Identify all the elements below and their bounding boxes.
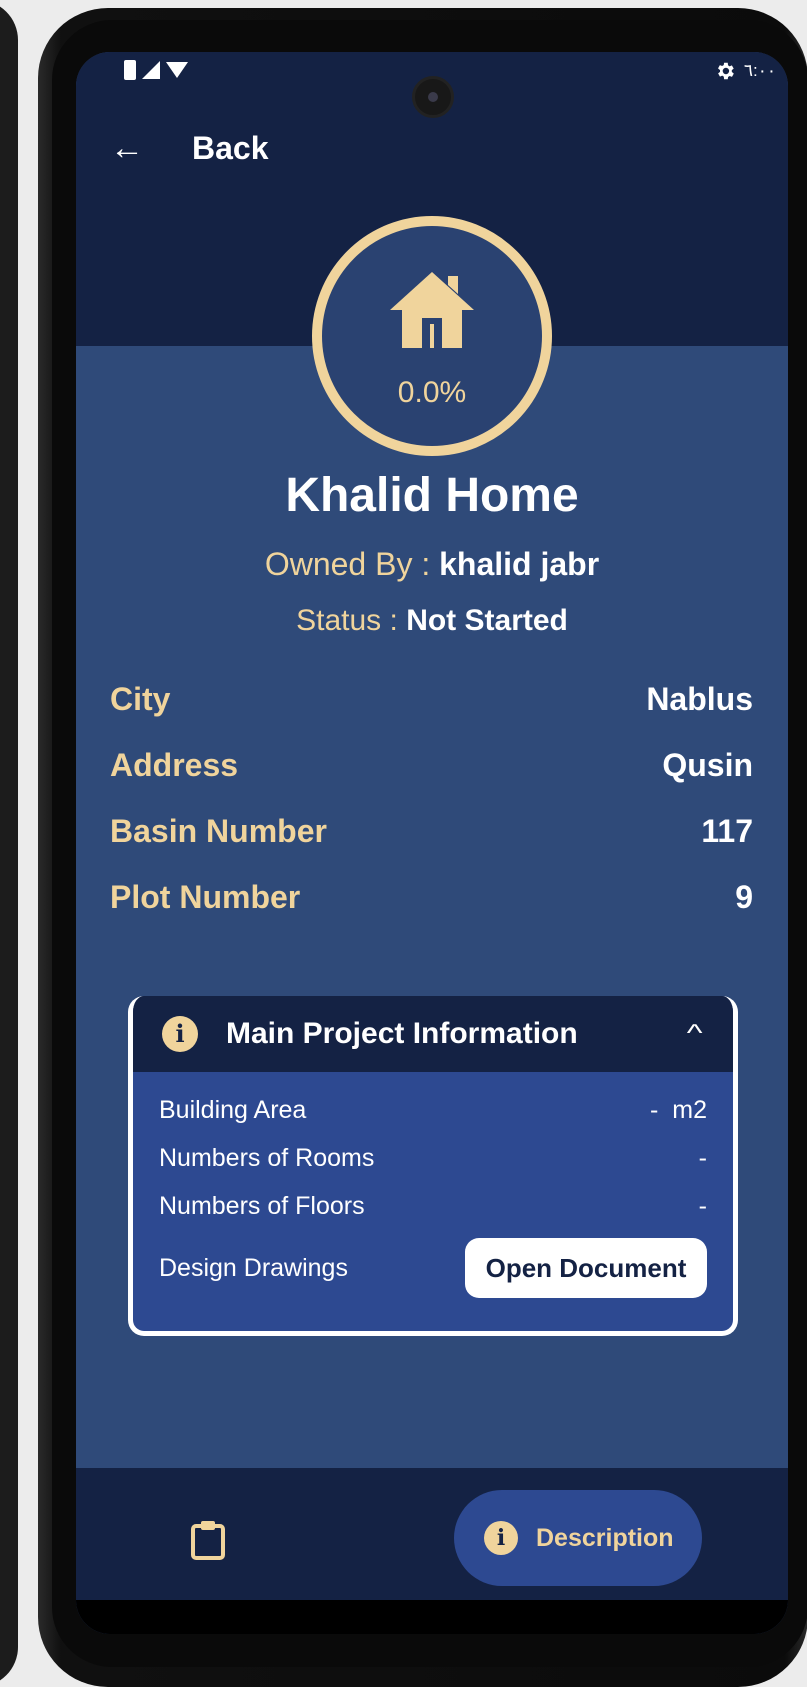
owned-by-label: Owned By : <box>264 546 440 582</box>
status-icons-left <box>124 60 188 80</box>
description-label: Description <box>536 1523 674 1552</box>
detail-label: Plot Number <box>110 878 301 915</box>
detail-row-plot-number: Plot Number 9 <box>110 874 753 920</box>
owner-name: khalid jabr <box>439 546 600 582</box>
detail-value: Nablus <box>646 680 753 717</box>
detail-row-basin-number: Basin Number 117 <box>110 808 753 854</box>
wifi-icon <box>166 62 188 78</box>
detail-value: 9 <box>735 878 753 915</box>
arrow-left-icon: ← <box>110 129 144 167</box>
detail-label: City <box>110 680 171 717</box>
open-document-button[interactable]: Open Document <box>465 1238 707 1298</box>
info-row-floors: Numbers of Floors - <box>159 1186 707 1226</box>
neighbor-device-frame <box>0 0 18 1687</box>
app-screen: ٦:٠٠ ← Back 0.0% Khalid Home Owned By : … <box>76 52 788 1634</box>
main-info-title: Main Project Information <box>226 1017 578 1050</box>
info-row-design-drawings: Design Drawings Open Document <box>159 1236 707 1300</box>
info-row-rooms: Numbers of Rooms - <box>159 1138 707 1178</box>
detail-value: Qusin <box>662 746 753 783</box>
info-label: Numbers of Rooms <box>159 1143 375 1172</box>
detail-label: Address <box>110 746 239 783</box>
back-label: Back <box>192 129 269 166</box>
detail-label: Basin Number <box>110 812 327 849</box>
gear-icon <box>717 62 734 80</box>
status-line: Status : Not Started <box>76 604 788 638</box>
info-label: Design Drawings <box>159 1253 348 1282</box>
back-button[interactable]: ← Back <box>110 120 269 176</box>
main-info-card: i Main Project Information ^ Building Ar… <box>128 996 738 1336</box>
detail-row-address: Address Qusin <box>110 742 753 788</box>
project-title: Khalid Home <box>285 469 579 522</box>
screen-bottom-edge <box>76 1600 788 1634</box>
status-label: Status : <box>296 604 407 637</box>
info-icon: i <box>484 1521 518 1555</box>
detail-row-city: City Nablus <box>110 676 753 722</box>
progress-percentage: 0.0% <box>397 376 467 409</box>
info-value: - <box>698 1143 707 1172</box>
front-camera <box>412 76 454 118</box>
owner-line: Owned By : khalid jabr <box>76 546 788 583</box>
info-row-building-area: Building Area - m2 <box>159 1090 707 1130</box>
signal-icon <box>142 61 160 79</box>
home-icon <box>390 272 474 348</box>
description-tab-button[interactable]: i Description <box>454 1490 702 1586</box>
status-time: ٦:٠٠ <box>743 61 776 80</box>
info-label: Numbers of Floors <box>159 1191 365 1220</box>
battery-icon <box>124 60 136 80</box>
info-label: Building Area <box>159 1095 307 1124</box>
status-icons-right: ٦:٠٠ <box>714 60 776 82</box>
detail-value: 117 <box>701 812 753 849</box>
info-value: - <box>698 1191 707 1220</box>
chevron-up-icon[interactable]: ^ <box>686 1020 702 1048</box>
status-value: Not Started <box>406 604 568 637</box>
info-value: - m2 <box>650 1095 707 1124</box>
progress-circle: 0.0% <box>312 216 552 456</box>
info-icon: i <box>162 1016 198 1052</box>
clipboard-icon[interactable] <box>190 1520 226 1560</box>
main-info-header[interactable]: i Main Project Information ^ <box>133 996 733 1072</box>
